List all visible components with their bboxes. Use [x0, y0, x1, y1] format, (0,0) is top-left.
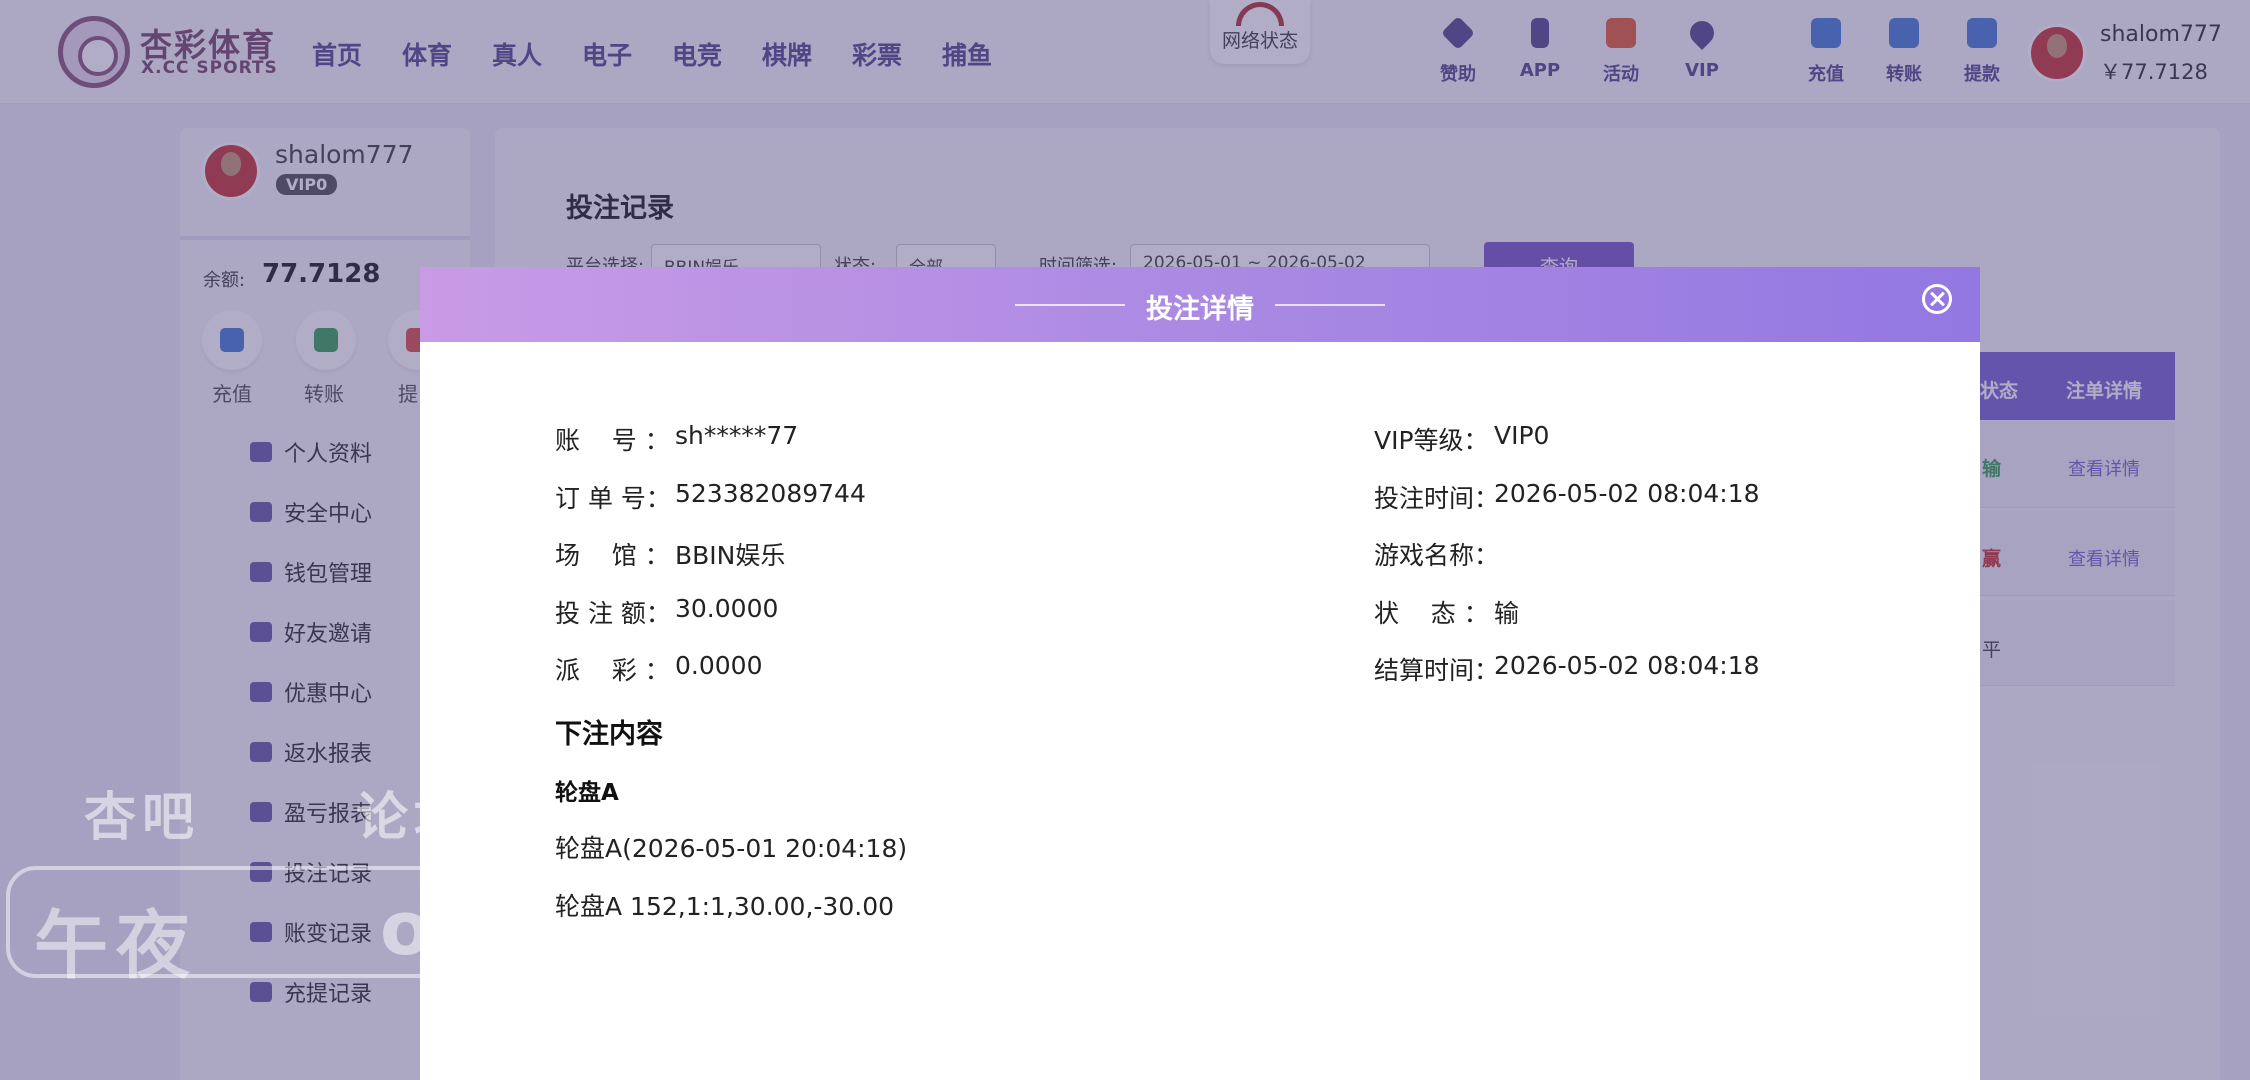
settle-time-label: 结算时间：	[1374, 656, 1500, 685]
venue-value: BBIN娱乐	[675, 541, 786, 570]
payout-value: 0.0000	[675, 651, 763, 680]
modal-header: 投注详情	[420, 267, 1980, 342]
title-decoration	[1275, 304, 1385, 306]
game-name-label: 游戏名称：	[1374, 541, 1500, 570]
bet-time-value: 2026-05-02 08:04:18	[1494, 479, 1760, 508]
watermark-text: 午夜	[34, 903, 198, 989]
status-label: 状 态 ：	[1374, 599, 1489, 628]
settle-time-value: 2026-05-02 08:04:18	[1494, 651, 1760, 680]
account-value: sh*****77	[675, 421, 799, 450]
bet-amount-label: 投 注 额：	[555, 599, 671, 628]
close-icon[interactable]	[1922, 284, 1952, 314]
order-number-value: 523382089744	[675, 479, 866, 508]
modal-title: 投注详情	[1146, 294, 1254, 325]
bet-content-title: 下注内容	[555, 719, 663, 750]
account-label: 账 号 ：	[555, 426, 670, 455]
order-number-label: 订 单 号：	[555, 484, 671, 513]
bet-time-label: 投注时间：	[1374, 484, 1500, 513]
vip-level-label: VIP等级：	[1374, 426, 1489, 455]
payout-label: 派 彩 ：	[555, 656, 670, 685]
venue-label: 场 馆 ：	[555, 541, 670, 570]
bet-content-line: 轮盘A(2026-05-01 20:04:18)	[555, 834, 908, 863]
status-value: 输	[1494, 599, 1520, 628]
vip-level-value: VIP0	[1494, 421, 1550, 450]
bet-content-line: 轮盘A 152,1:1,30.00,-30.00	[555, 892, 895, 921]
bet-amount-value: 30.0000	[675, 594, 779, 623]
watermark-text: 杏吧	[84, 788, 201, 848]
bet-detail-modal: 投注详情 账 号 ： sh*****77 订 单 号： 523382089744…	[420, 267, 1980, 1080]
game-title: 轮盘A	[555, 780, 619, 806]
